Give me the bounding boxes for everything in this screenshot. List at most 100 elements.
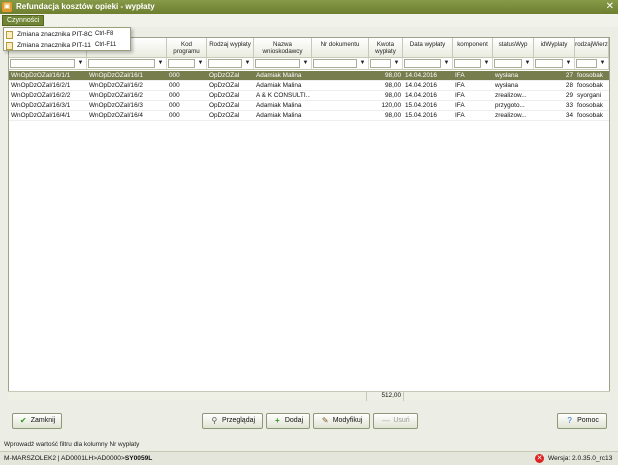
version-label: Wersja: 2.0.35.0_rc13	[548, 455, 613, 462]
table-cell: foosobak	[577, 102, 603, 109]
magnifier-icon: ⚲	[211, 416, 218, 425]
column-header[interactable]: statusWyp	[493, 38, 534, 58]
table-cell: 000	[169, 92, 180, 99]
column-header[interactable]: Nr dokumentu	[312, 38, 369, 58]
table-cell: IFA	[455, 92, 465, 99]
table-row[interactable]: WnOpDzOZal/16/4/1 WnOpDzOZal/16/4 000 OpDzO…	[9, 111, 609, 121]
filter-input[interactable]	[454, 59, 481, 68]
table-cell: OpDzOZal	[209, 82, 240, 89]
table-cell: Adamiak Malina	[256, 102, 302, 109]
modify-button-label: Modyfikuj	[332, 417, 363, 424]
filter-input[interactable]	[370, 59, 391, 68]
add-button-label: Dodaj	[284, 417, 304, 424]
filter-dropdown-icon[interactable]: ▼	[523, 59, 532, 68]
table-cell: 15.04.2016	[405, 112, 437, 119]
filter-input[interactable]	[313, 59, 357, 68]
table-cell: foosobak	[577, 112, 603, 119]
table-cell: wysłana	[495, 82, 519, 89]
column-header[interactable]: Kwota wypłaty	[369, 38, 403, 58]
table-cell: foosobak	[577, 72, 603, 79]
table-cell: WnOpDzOZal/16/4	[89, 112, 143, 119]
table-cell: WnOpDzOZal/16/3	[89, 102, 143, 109]
filter-input[interactable]	[208, 59, 242, 68]
column-header[interactable]: Data wypłaty	[403, 38, 453, 58]
filter-dropdown-icon[interactable]: ▼	[482, 59, 491, 68]
column-filter: ▼	[453, 58, 493, 70]
filter-dropdown-icon[interactable]: ▼	[392, 59, 401, 68]
menu-bar: Czynności	[0, 14, 618, 27]
table-cell: 98,00	[385, 112, 401, 119]
browse-button[interactable]: ⚲ Przeglądaj	[202, 413, 263, 429]
title-bar: ▣ Refundacja kosztów opieki - wypłaty ✕	[0, 0, 618, 14]
help-button[interactable]: ? Pomoc	[557, 413, 607, 429]
filter-dropdown-icon[interactable]: ▼	[442, 59, 451, 68]
menu-item-pit8c[interactable]: Zmiana znacznika PIT-8C Ctrl-F8	[4, 29, 130, 40]
table-cell: 34	[565, 112, 573, 119]
column-filter: ▼	[207, 58, 254, 70]
filter-dropdown-icon[interactable]: ▼	[196, 59, 205, 68]
column-header[interactable]: rodzajWierz	[575, 38, 609, 58]
filter-input[interactable]	[404, 59, 441, 68]
column-filter: ▼	[254, 58, 312, 70]
column-header-label: komponent	[457, 41, 488, 48]
table-cell: zrealizow...	[495, 92, 527, 99]
column-header[interactable]: komponent	[453, 38, 493, 58]
table-cell: syorgani	[577, 92, 602, 99]
table-cell: 000	[169, 102, 180, 109]
filter-dropdown-icon[interactable]: ▼	[76, 59, 85, 68]
column-header-label: rodzajWierz	[575, 41, 608, 48]
check-icon: ✔	[19, 416, 27, 425]
minus-icon: —	[381, 416, 390, 425]
filter-dropdown-icon[interactable]: ▼	[598, 59, 607, 68]
filter-input[interactable]	[255, 59, 300, 68]
menu-item-shortcut: Ctrl-F8	[95, 31, 114, 37]
table-cell: foosobak	[577, 82, 603, 89]
add-button[interactable]: + Dodaj	[266, 413, 310, 429]
table-cell: zrealizow...	[495, 112, 527, 119]
filter-input[interactable]	[10, 59, 75, 68]
table-cell: 000	[169, 112, 180, 119]
table-cell: WnOpDzOZal/16/2/2	[11, 92, 71, 99]
table-row[interactable]: WnOpDzOZal/16/2/1 WnOpDzOZal/16/2 000 OpDzO…	[9, 81, 609, 91]
column-header-label: Nazwa wnioskodawcy	[262, 41, 303, 55]
close-button[interactable]: ✔ Zamknij	[12, 413, 62, 429]
filter-input[interactable]	[576, 59, 597, 68]
filter-dropdown-icon[interactable]: ▼	[358, 59, 367, 68]
column-header[interactable]: Rodzaj wypłaty	[207, 38, 254, 58]
sum-value: 512,00	[366, 392, 404, 401]
close-icon[interactable]: ✕	[606, 1, 614, 12]
table-row[interactable]: WnOpDzOZal/16/3/1 WnOpDzOZal/16/3 000 OpDzO…	[9, 101, 609, 111]
table-cell: WnOpDzOZal/16/4/1	[11, 112, 71, 119]
column-header[interactable]: Kod programu	[167, 38, 207, 58]
filter-input[interactable]	[494, 59, 522, 68]
filter-dropdown-icon[interactable]: ▼	[301, 59, 310, 68]
modify-button[interactable]: ✎ Modyfikuj	[313, 413, 370, 429]
table-cell: przygoto...	[495, 102, 525, 109]
error-icon[interactable]: ✕	[535, 454, 544, 463]
table-cell: WnOpDzOZal/16/3/1	[11, 102, 71, 109]
table-cell: wysłana	[495, 72, 519, 79]
filter-dropdown-icon[interactable]: ▼	[564, 59, 573, 68]
table-cell: OpDzOZal	[209, 112, 240, 119]
path-module: SY0059L	[124, 455, 153, 462]
menu-item-pit11[interactable]: Zmiana znacznika PIT-11 Ctrl-F11	[4, 40, 130, 51]
column-header[interactable]: Nazwa wnioskodawcy	[254, 38, 312, 58]
table-row[interactable]: WnOpDzOZal/16/1/1 WnOpDzOZal/16/1 000 OpDzO…	[9, 71, 609, 81]
delete-button[interactable]: — Usuń	[373, 413, 418, 429]
table-cell: 14.04.2016	[405, 92, 437, 99]
column-filter: ▼	[403, 58, 453, 70]
table-cell: 98,00	[385, 72, 401, 79]
document-icon	[6, 42, 13, 50]
filter-dropdown-icon[interactable]: ▼	[243, 59, 252, 68]
help-button-label: Pomoc	[577, 417, 599, 424]
menu-czynnosci[interactable]: Czynności	[2, 15, 45, 26]
filter-dropdown-icon[interactable]: ▼	[156, 59, 165, 68]
filter-input[interactable]	[88, 59, 155, 68]
column-header[interactable]: idWyplaty	[534, 38, 575, 58]
column-header-label: Rodzaj wypłaty	[209, 41, 251, 48]
table-cell: 14.04.2016	[405, 82, 437, 89]
filter-input[interactable]	[168, 59, 195, 68]
close-button-label: Zamknij	[30, 417, 56, 424]
filter-input[interactable]	[535, 59, 563, 68]
table-row[interactable]: WnOpDzOZal/16/2/2 WnOpDzOZal/16/2 000 OpDzO…	[9, 91, 609, 101]
